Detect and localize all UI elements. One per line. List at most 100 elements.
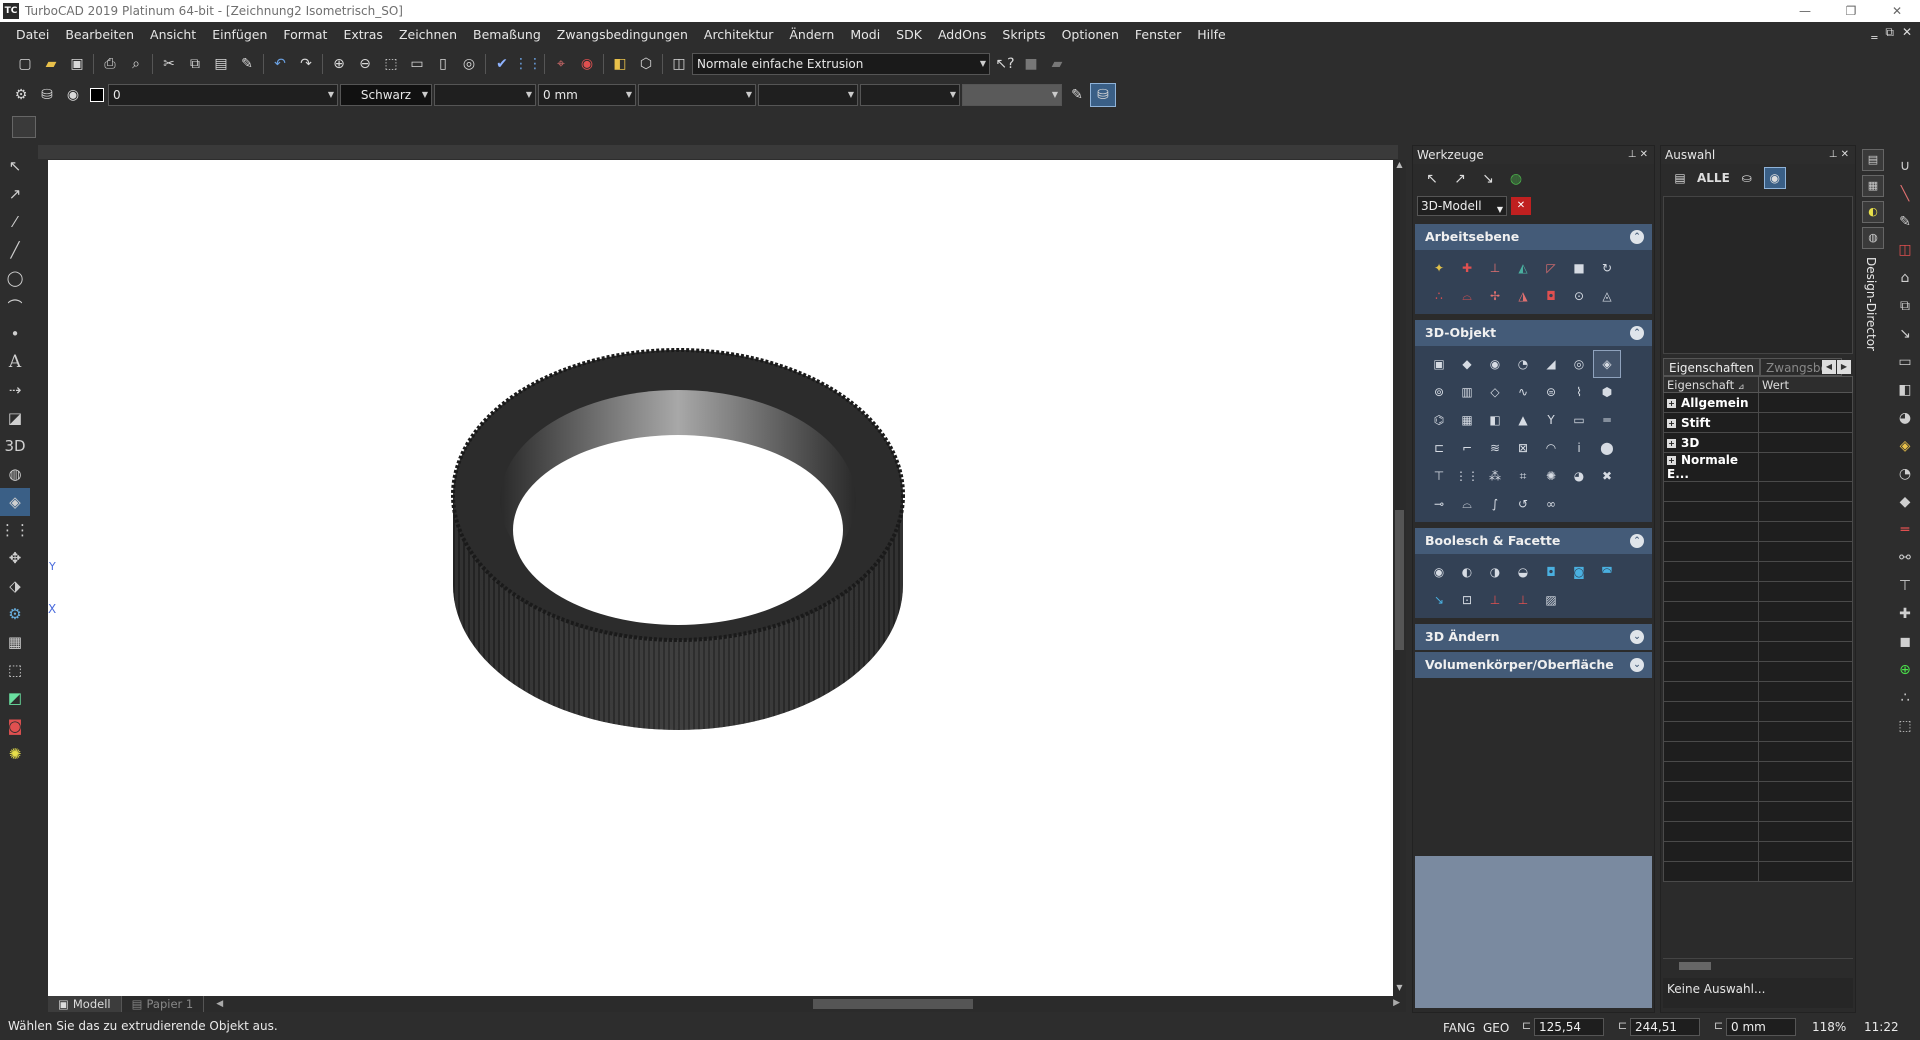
spring-icon[interactable]: ⌇ bbox=[1565, 378, 1593, 406]
frame-select-icon[interactable]: ⬚ bbox=[1890, 712, 1920, 740]
workplane-object-icon[interactable]: ◘ bbox=[1537, 282, 1565, 310]
hemisphere-icon[interactable]: ◔ bbox=[1509, 350, 1537, 378]
section-arbeitsebene[interactable]: Arbeitsebene ⌃ bbox=[1415, 224, 1652, 250]
zoom-out-icon[interactable]: ⊖ bbox=[352, 52, 378, 76]
palette-select[interactable]: 3D-Modell ▼ bbox=[1417, 196, 1507, 216]
zoom-window-icon[interactable]: ⬚ bbox=[378, 52, 404, 76]
column-eigenschaft[interactable]: Eigenschaft ⊿ bbox=[1663, 376, 1759, 393]
zoom-extents-icon[interactable]: ▭ bbox=[404, 52, 430, 76]
color-swatch[interactable] bbox=[90, 88, 104, 102]
expand-plus-icon[interactable]: + bbox=[1667, 456, 1676, 465]
layer-select[interactable]: 0 ▼ bbox=[108, 84, 338, 106]
expand-plus-icon[interactable]: + bbox=[1667, 438, 1676, 448]
mesh-icon[interactable]: ▦ bbox=[1453, 406, 1481, 434]
menu-ansicht[interactable]: Ansicht bbox=[142, 24, 204, 46]
coil-icon[interactable]: ∞ bbox=[1537, 490, 1565, 518]
menu-datei[interactable]: Datei bbox=[8, 24, 57, 46]
edit-arrow-icon[interactable]: ↗ bbox=[1449, 168, 1471, 190]
section-boolesch-facette[interactable]: Boolesch & Facette ⌃ bbox=[1415, 528, 1652, 554]
property-hscroll-thumb[interactable] bbox=[1679, 962, 1711, 970]
text-icon[interactable]: A bbox=[0, 348, 30, 376]
doc-restore-button[interactable]: ⧉ bbox=[1885, 25, 1894, 40]
dimension-icon[interactable]: ⇢ bbox=[0, 376, 30, 404]
face-icon[interactable]: ═ bbox=[1593, 406, 1621, 434]
revolve-icon[interactable]: ⊚ bbox=[1425, 378, 1453, 406]
color-select[interactable]: Schwarz ▼ bbox=[340, 84, 432, 106]
expand-icon[interactable]: ⌄ bbox=[1630, 630, 1644, 644]
paint-icon[interactable]: ◈ bbox=[1890, 432, 1920, 460]
pen-icon[interactable]: ✎ bbox=[1890, 208, 1920, 236]
open-folder-icon[interactable]: ▰ bbox=[38, 52, 64, 76]
format-painter-icon[interactable]: ✎ bbox=[234, 52, 260, 76]
zoom-in-icon[interactable]: ⊕ bbox=[326, 52, 352, 76]
extrude-icon[interactable]: ◈ bbox=[1593, 350, 1621, 378]
patch-icon[interactable]: ⊠ bbox=[1509, 434, 1537, 462]
scroll-up-icon[interactable]: ▲ bbox=[1393, 160, 1406, 173]
scroll-thumb[interactable] bbox=[1395, 510, 1404, 650]
link-icon[interactable]: ⚯ bbox=[1890, 544, 1920, 572]
cut-icon[interactable]: ✂ bbox=[156, 52, 182, 76]
line-scale-select[interactable]: ▼ bbox=[758, 84, 858, 106]
globe-icon[interactable]: ◍ bbox=[1505, 168, 1527, 190]
material-block-icon[interactable]: ▨ bbox=[1537, 586, 1565, 614]
select-edit-icon[interactable]: ↘ bbox=[1477, 168, 1499, 190]
grid-block-icon[interactable]: ⋮⋮ bbox=[1453, 462, 1481, 490]
spline-solid-icon[interactable]: ✺ bbox=[1537, 462, 1565, 490]
menu-zwangsbedingungen[interactable]: Zwangsbedingungen bbox=[549, 24, 696, 46]
facet-subtract-icon[interactable]: ◙ bbox=[1565, 558, 1593, 586]
magnet-icon[interactable]: ∪ bbox=[1890, 152, 1920, 180]
pyramid-icon[interactable]: ▲ bbox=[1509, 406, 1537, 434]
s-curve-icon[interactable]: ∫ bbox=[1481, 490, 1509, 518]
section-3d-aendern[interactable]: 3D Ändern ⌄ bbox=[1415, 624, 1652, 650]
spellcheck-icon[interactable]: ✔ bbox=[489, 52, 515, 76]
geo-toggle[interactable]: GEO bbox=[1483, 1021, 1509, 1035]
edit-tool-icon[interactable]: ↗ bbox=[0, 180, 30, 208]
facet-intersect-icon[interactable]: ◚ bbox=[1593, 558, 1621, 586]
collapse-icon[interactable]: ⌃ bbox=[1630, 534, 1644, 548]
tetra-icon[interactable]: ⁂ bbox=[1481, 462, 1509, 490]
render-tool-icon[interactable]: ◙ bbox=[0, 712, 30, 740]
stop-icon[interactable]: ■ bbox=[1018, 52, 1044, 76]
save-icon[interactable]: ▣ bbox=[64, 52, 90, 76]
settings-gear-icon[interactable]: ⚙ bbox=[8, 83, 34, 107]
copy-icon[interactable]: ⧉ bbox=[182, 52, 208, 76]
extrude-tool-icon[interactable]: ◫ bbox=[666, 52, 692, 76]
expand-icon[interactable]: ⌄ bbox=[1630, 658, 1644, 672]
bolt-icon[interactable]: ⬤ bbox=[1593, 434, 1621, 462]
tube-icon[interactable]: ⊜ bbox=[1537, 378, 1565, 406]
menu-bearbeiten[interactable]: Bearbeiten bbox=[57, 24, 142, 46]
circle-icon[interactable]: ◯ bbox=[0, 264, 30, 292]
selection-preview-icon[interactable]: ◉ bbox=[1763, 167, 1786, 189]
helix-icon[interactable]: ⊸ bbox=[1425, 490, 1453, 518]
tab-papier-1[interactable]: ▤ Papier 1 bbox=[122, 996, 205, 1012]
copy-block-icon[interactable]: ⧉ bbox=[1890, 292, 1920, 320]
pin-close-icon[interactable]: ⊥ ✕ bbox=[1829, 146, 1849, 164]
workplane-screen-icon[interactable]: ■ bbox=[1565, 254, 1593, 282]
select-all-button[interactable]: ALLE bbox=[1697, 167, 1730, 189]
point-icon[interactable]: ⁄ bbox=[0, 208, 30, 236]
fill-color-select[interactable]: ▼ bbox=[962, 84, 1062, 106]
materials-icon[interactable]: ◧ bbox=[607, 52, 633, 76]
line-width-select[interactable]: 0 mm ▼ bbox=[538, 84, 636, 106]
shade-icon[interactable]: ◕ bbox=[1890, 404, 1920, 432]
table-row[interactable]: + Normale E... bbox=[1663, 452, 1853, 482]
restore-button[interactable]: ❐ bbox=[1828, 0, 1874, 22]
move-icon[interactable]: ✥ bbox=[0, 544, 30, 572]
sweep-icon[interactable]: ∿ bbox=[1509, 378, 1537, 406]
dot-icon[interactable]: • bbox=[0, 320, 30, 348]
table-row[interactable]: +3D bbox=[1663, 432, 1853, 453]
menu-sdk[interactable]: SDK bbox=[888, 24, 930, 46]
cross-solid-icon[interactable]: ✖ bbox=[1593, 462, 1621, 490]
3d-extrude-icon[interactable]: ◈ bbox=[0, 488, 30, 516]
wire-icon[interactable]: ↘ bbox=[1890, 320, 1920, 348]
selection-set-icon[interactable]: ◩ bbox=[0, 684, 30, 712]
snap-icon[interactable]: ⌖ bbox=[548, 52, 574, 76]
doc-close-button[interactable]: ✕ bbox=[1902, 25, 1912, 40]
slab-icon[interactable]: ▭ bbox=[1565, 406, 1593, 434]
workplane-origin-icon[interactable]: ⊙ bbox=[1565, 282, 1593, 310]
layer-manager-icon[interactable]: ⛁ bbox=[34, 83, 60, 107]
selection-filter-icon[interactable]: ⛀ bbox=[1736, 167, 1758, 189]
visibility-icon[interactable]: ◉ bbox=[60, 83, 86, 107]
surface-icon[interactable]: ≋ bbox=[1481, 434, 1509, 462]
cube-icon[interactable]: ◼ bbox=[1890, 628, 1920, 656]
